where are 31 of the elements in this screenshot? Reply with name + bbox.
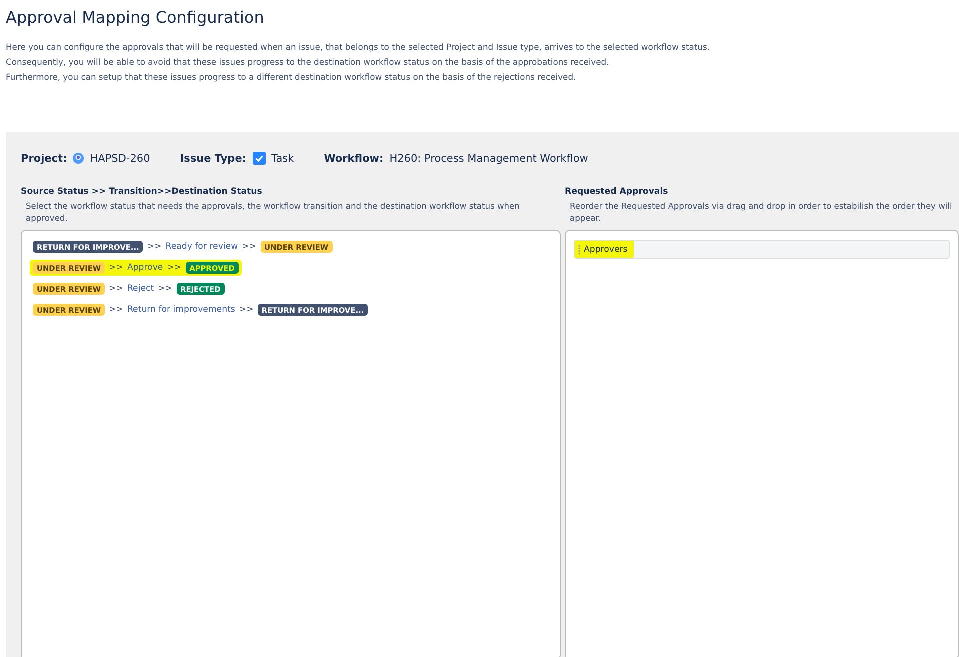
- description-text: Here you can configure the approvals that will be requested when an issue, that belongs to the selected Project and Issue type, arrives to the selected workflow status.: [6, 41, 711, 53]
- section-heading: Source Status >> Transition>>Destination Status: [21, 187, 264, 197]
- description-text: Furthermore, you can setup that these issues progress to a different destination workflow status on the basis of the rejections received.: [6, 71, 578, 83]
- workflow-name: H260: Process Management Workflow: [390, 152, 588, 164]
- section-hint: Select the workflow status that needs the approvals, the workflow transition and the destination workflow status when approved.: [26, 200, 521, 225]
- separator-text: >>: [242, 242, 257, 252]
- section-heading: Requested Approvals: [565, 187, 670, 197]
- transition-link[interactable]: Ready for review: [166, 242, 238, 252]
- approval-item[interactable]: Approvers: [574, 240, 950, 259]
- project-name: HAPSD-260: [90, 152, 150, 164]
- separator-text: >>: [109, 284, 124, 294]
- separator-text: >>: [239, 305, 254, 315]
- approval-label: Approvers: [584, 244, 628, 254]
- issue-type-label: Issue Type:: [180, 152, 247, 164]
- separator-text: >>: [147, 242, 162, 252]
- separator-text: >>: [109, 305, 124, 315]
- drag-handle-icon[interactable]: [578, 244, 581, 254]
- task-icon: [252, 152, 266, 165]
- separator-text: >>: [109, 263, 124, 273]
- transition-link[interactable]: Return for improvements: [127, 305, 236, 315]
- project-label: Project:: [21, 152, 68, 164]
- section-hint: Reorder the Requested Approvals via drag and drop in order to estabilish the order they will appear.: [570, 200, 954, 225]
- transition-link[interactable]: Reject: [127, 284, 154, 294]
- separator-text: >>: [167, 263, 182, 273]
- transition-link[interactable]: Approve: [127, 263, 164, 273]
- page-title: Approval Mapping Configuration: [6, 8, 266, 27]
- project-avatar-icon: [73, 153, 84, 164]
- description-text: Consequently, you will be able to avoid that these issues progress to the destination workflow status on the basis of the approbations received.: [6, 56, 610, 68]
- workflow-label: Workflow:: [324, 152, 384, 164]
- separator-text: >>: [158, 284, 173, 294]
- issue-type-name: Task: [272, 152, 294, 164]
